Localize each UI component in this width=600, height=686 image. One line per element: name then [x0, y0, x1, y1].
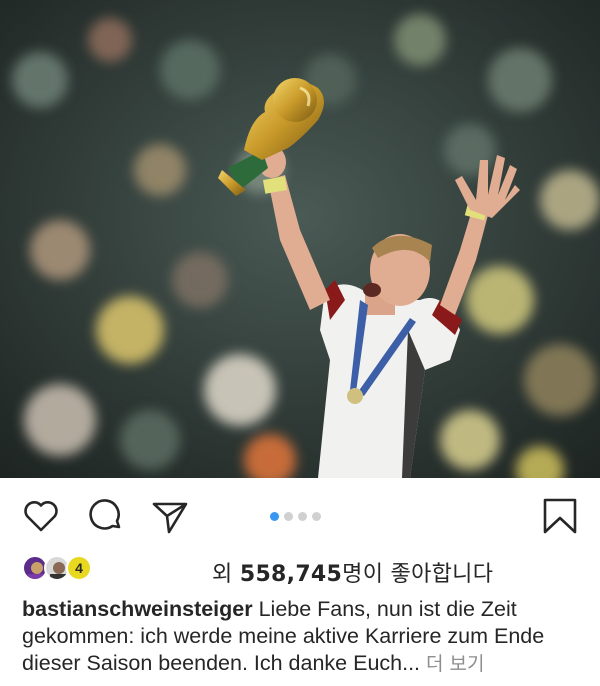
post-photo — [0, 0, 600, 478]
comment-icon[interactable] — [86, 496, 126, 536]
carousel-dot — [312, 511, 321, 521]
send-icon[interactable] — [150, 496, 190, 536]
heart-icon[interactable] — [21, 496, 61, 536]
likes-number: 558,745 — [239, 562, 343, 587]
carousel-dot — [270, 511, 279, 521]
carousel-indicator — [270, 510, 321, 522]
likes-count[interactable]: 외 558,745명이 좋아합니다 — [212, 556, 493, 588]
caption: bastianschweinsteiger Liebe Fans, nun is… — [22, 596, 582, 678]
caption-username[interactable]: bastianschweinsteiger — [22, 597, 253, 621]
likes-suffix: 명이 좋아합니다 — [342, 562, 494, 587]
bookmark-icon[interactable] — [540, 496, 580, 536]
likes-prefix: 외 — [212, 562, 240, 587]
likes-row: 4 외 558,745명이 좋아합니다 — [22, 552, 582, 588]
post-image[interactable] — [0, 0, 600, 478]
carousel-dot — [284, 511, 293, 521]
carousel-dot — [298, 511, 307, 521]
more-link[interactable]: 더 보기 — [426, 653, 484, 675]
avatar-badge: 4 — [75, 560, 83, 576]
avatar[interactable]: 4 — [66, 555, 92, 581]
action-bar — [0, 478, 600, 554]
